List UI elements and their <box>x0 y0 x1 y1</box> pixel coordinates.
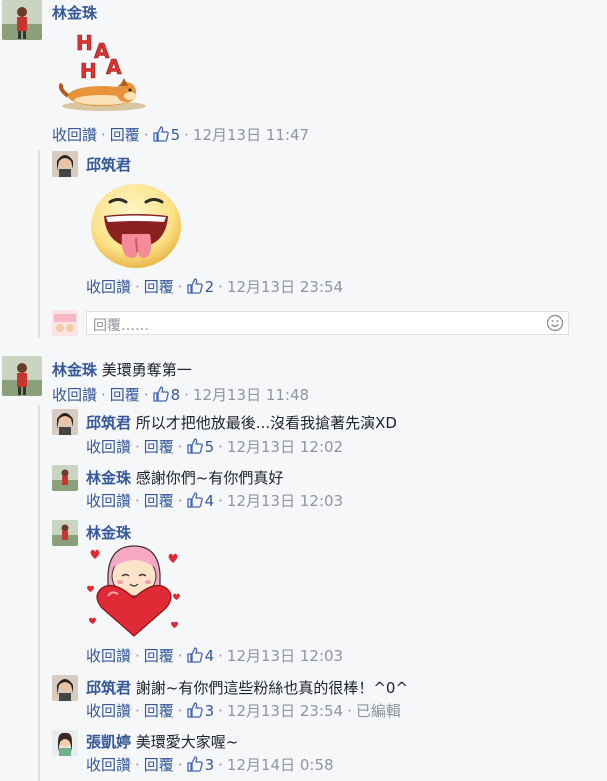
avatar[interactable] <box>52 675 78 701</box>
thumbs-up-icon[interactable] <box>152 386 169 406</box>
comment-actions: 收回讚 · 回覆 · 2 · 12月13日 23:54 <box>86 278 344 298</box>
timestamp[interactable]: 12月13日 12:02 <box>227 438 343 456</box>
edited-label[interactable]: 已編輯 <box>356 702 401 720</box>
thumbs-up-icon[interactable] <box>186 756 203 776</box>
thumbs-up-icon[interactable] <box>186 278 203 298</box>
avatar[interactable] <box>52 465 78 491</box>
heart-girl-sticker <box>84 540 184 640</box>
thumbs-up-icon[interactable] <box>152 126 169 146</box>
haha-letter: H <box>76 31 93 55</box>
comment-actions: 收回讚 · 回覆 · 4 · 12月13日 12:03 <box>86 492 344 512</box>
like-count[interactable]: 3 <box>205 702 215 720</box>
comment-author[interactable]: 林金珠 <box>52 361 97 379</box>
comment-text: 謝謝~有你們這些粉絲也真的很棒！^0^ <box>135 679 409 697</box>
like-count[interactable]: 4 <box>205 492 215 510</box>
reply-link[interactable]: 回覆 <box>144 438 174 456</box>
reply-link[interactable]: 回覆 <box>144 647 174 665</box>
timestamp[interactable]: 12月14日 0:58 <box>227 756 334 774</box>
timestamp[interactable]: 12月13日 11:47 <box>193 126 309 144</box>
avatar[interactable] <box>52 730 78 756</box>
unlike-link[interactable]: 收回讚 <box>86 647 131 665</box>
thumbs-up-icon[interactable] <box>186 438 203 458</box>
comment-line: 林金珠 感謝你們~有你們真好 <box>86 467 283 488</box>
smiley-icon[interactable] <box>546 314 564 336</box>
unlike-link[interactable]: 收回讚 <box>86 702 131 720</box>
like-count[interactable]: 5 <box>205 438 215 456</box>
like-count[interactable]: 8 <box>171 386 181 404</box>
unlike-link[interactable]: 收回讚 <box>86 278 131 296</box>
thumbs-up-icon[interactable] <box>186 492 203 512</box>
avatar[interactable] <box>2 356 42 396</box>
thumbs-up-icon[interactable] <box>186 647 203 667</box>
avatar[interactable] <box>52 520 78 546</box>
like-count[interactable]: 3 <box>205 756 215 774</box>
timestamp[interactable]: 12月13日 11:48 <box>193 386 309 404</box>
unlike-link[interactable]: 收回讚 <box>86 756 131 774</box>
unlike-link[interactable]: 收回讚 <box>52 386 97 404</box>
comment-author[interactable]: 張凱婷 <box>86 733 131 751</box>
timestamp[interactable]: 12月13日 23:54 <box>227 278 343 296</box>
reply-input[interactable]: 回覆…… <box>86 311 569 335</box>
tongue-emoji-sticker <box>88 180 184 270</box>
comment-line: 邱筑君 謝謝~有你們這些粉絲也真的很棒！^0^ <box>86 677 408 698</box>
reply-link[interactable]: 回覆 <box>110 386 140 404</box>
avatar[interactable] <box>52 151 78 177</box>
comment-author[interactable]: 邱筑君 <box>86 679 131 697</box>
timestamp[interactable]: 12月13日 12:03 <box>227 647 343 665</box>
reply-placeholder: 回覆…… <box>93 318 149 334</box>
comment-author[interactable]: 邱筑君 <box>86 414 131 432</box>
comment-author[interactable]: 邱筑君 <box>86 154 131 175</box>
comment-text: 美環愛大家喔~ <box>135 733 239 751</box>
current-user-avatar <box>52 310 78 336</box>
comment-line: 林金珠 美環勇奪第一 <box>52 359 192 380</box>
like-count[interactable]: 2 <box>205 278 215 296</box>
comment-actions: 收回讚 · 回覆 · 3 · 12月13日 23:54 · 已編輯 <box>86 702 401 722</box>
unlike-link[interactable]: 收回讚 <box>86 492 131 510</box>
comment-text: 所以才把他放最後...沒看我搶著先演XD <box>135 414 397 432</box>
unlike-link[interactable]: 收回讚 <box>86 438 131 456</box>
timestamp[interactable]: 12月13日 23:54 <box>227 702 343 720</box>
comment-author[interactable]: 林金珠 <box>52 2 97 23</box>
comment-text: 感謝你們~有你們真好 <box>135 469 284 487</box>
comment-author[interactable]: 林金珠 <box>86 469 131 487</box>
avatar[interactable] <box>52 409 78 435</box>
reply-link[interactable]: 回覆 <box>144 492 174 510</box>
comment-line: 邱筑君 所以才把他放最後...沒看我搶著先演XD <box>86 412 397 433</box>
like-count[interactable]: 5 <box>171 126 181 144</box>
comment-actions: 收回讚 · 回覆 · 5 · 12月13日 11:47 <box>52 126 310 146</box>
timestamp[interactable]: 12月13日 12:03 <box>227 492 343 510</box>
reply-link[interactable]: 回覆 <box>144 702 174 720</box>
haha-letter: H <box>80 59 97 83</box>
haha-letter: A <box>106 55 122 79</box>
like-count[interactable]: 4 <box>205 647 215 665</box>
thumbs-up-icon[interactable] <box>186 702 203 722</box>
thread-line <box>38 150 40 338</box>
haha-sticker: H A H A <box>54 30 150 114</box>
thread-line <box>38 405 40 781</box>
reply-link[interactable]: 回覆 <box>144 756 174 774</box>
avatar[interactable] <box>2 0 42 40</box>
comment-text: 美環勇奪第一 <box>101 361 192 379</box>
comment-actions: 收回讚 · 回覆 · 3 · 12月14日 0:58 <box>86 756 334 776</box>
comment-line: 張凱婷 美環愛大家喔~ <box>86 731 238 752</box>
comment-actions: 收回讚 · 回覆 · 4 · 12月13日 12:03 <box>86 647 344 667</box>
comment-actions: 收回讚 · 回覆 · 8 · 12月13日 11:48 <box>52 386 310 406</box>
reply-link[interactable]: 回覆 <box>110 126 140 144</box>
comment-actions: 收回讚 · 回覆 · 5 · 12月13日 12:02 <box>86 438 344 458</box>
unlike-link[interactable]: 收回讚 <box>52 126 97 144</box>
reply-link[interactable]: 回覆 <box>144 278 174 296</box>
